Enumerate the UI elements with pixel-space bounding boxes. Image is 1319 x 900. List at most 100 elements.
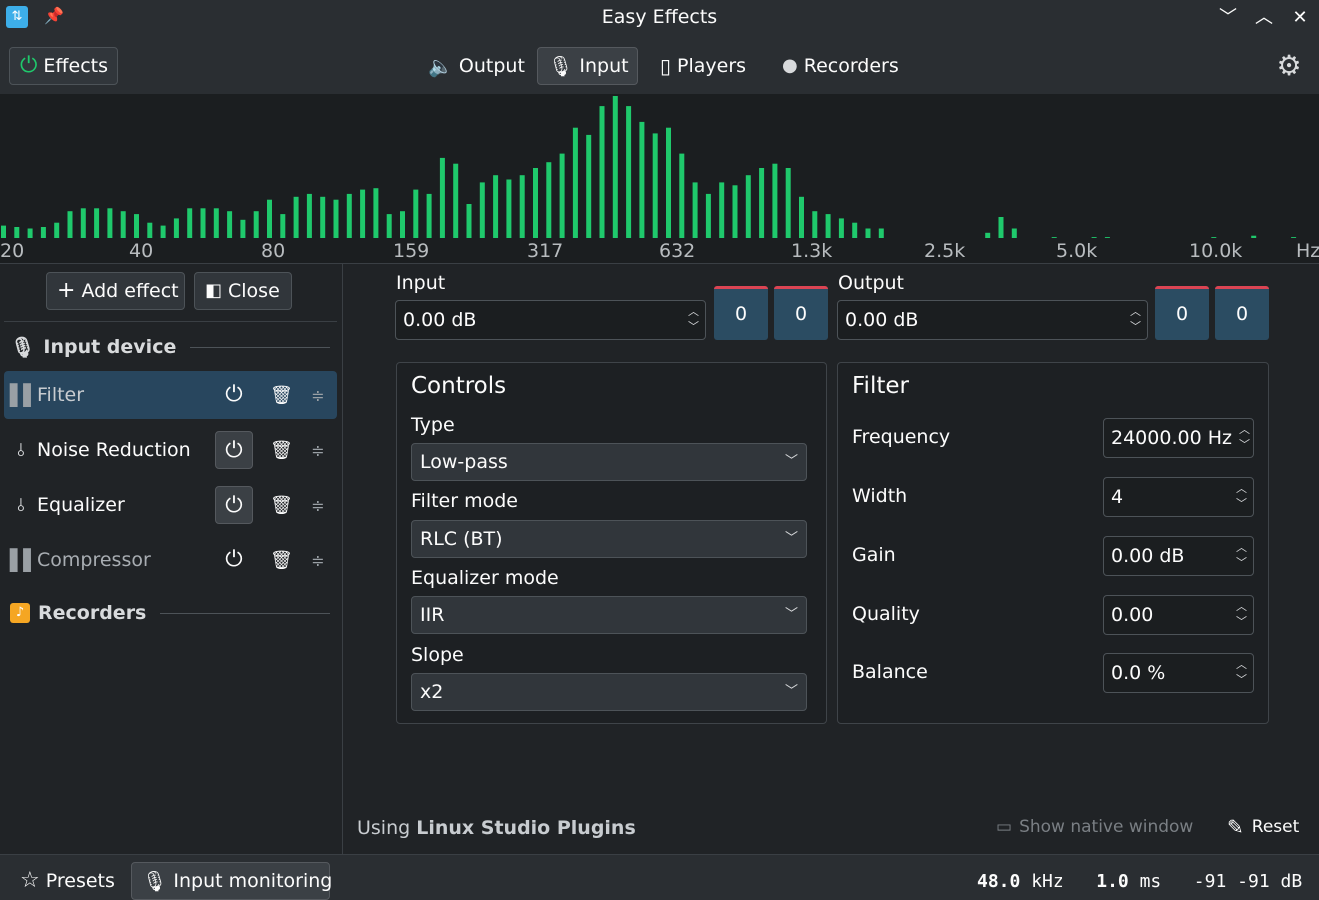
filter-mode-select[interactable]: RLC (BT) ﹀ xyxy=(411,520,807,558)
spin-arrows-icon[interactable]: ︿ ﹀ xyxy=(1239,422,1250,452)
type-select[interactable]: Low-pass ﹀ xyxy=(411,443,807,481)
filter-panel: Filter Frequency 24000.00 Hz ︿ ﹀ Width 4 … xyxy=(837,362,1269,724)
effects-toggle-button[interactable]: ⏻ Effects xyxy=(9,47,118,85)
spin-arrows-icon[interactable]: ︿ ﹀ xyxy=(1130,304,1141,334)
spectrum-bar xyxy=(267,199,272,240)
balance-spinbox[interactable]: 0.0 % ︿ ﹀ xyxy=(1103,653,1254,693)
title-bar xyxy=(0,0,1319,36)
reset-button[interactable]: ✎ Reset xyxy=(1227,817,1299,837)
tab-input-label: Input xyxy=(579,55,629,77)
plugin-name: Filter xyxy=(37,384,85,406)
close-window-button[interactable]: ✕ xyxy=(1285,4,1315,32)
quality-spinbox[interactable]: 0.00 ︿ ﹀ xyxy=(1103,595,1254,635)
input-gain-spinbox[interactable]: 0.00 dB ︿ ﹀ xyxy=(395,300,706,340)
pin-icon[interactable]: 📌 xyxy=(44,6,64,28)
close-label: Close xyxy=(228,280,280,302)
plugin-row-filter[interactable]: ▌▌ Filter ⏻ 🗑 ≑ xyxy=(4,371,337,419)
input-monitoring-label: Input monitoring xyxy=(173,870,333,892)
star-icon: ☆ xyxy=(20,868,40,893)
recorders-header-label: Recorders xyxy=(38,602,147,624)
freq-tick-label: 10.0k xyxy=(1189,240,1243,262)
spectrum-bar xyxy=(253,211,259,240)
frequency-spinbox[interactable]: 24000.00 Hz ︿ ﹀ xyxy=(1103,418,1254,458)
filter-mode-value: RLC (BT) xyxy=(420,528,503,550)
spectrum-bar xyxy=(107,208,113,240)
drag-handle-icon[interactable]: ≑ xyxy=(308,386,328,405)
plugin-row-noise-reduction[interactable]: ⫰ Noise Reduction ⏻ 🗑 ≑ xyxy=(4,426,337,474)
type-value: Low-pass xyxy=(420,451,508,473)
effects-label: Effects xyxy=(43,55,108,77)
plugin-row-compressor[interactable]: ▌▌ Compressor ⏻ 🗑 ≑ xyxy=(4,536,337,584)
plugin-power-button[interactable]: ⏻ xyxy=(215,431,253,469)
sample-rate-value: 48.0 xyxy=(977,871,1021,892)
plugin-package-name: Linux Studio Plugins xyxy=(416,817,636,839)
spectrum-chart xyxy=(1,96,1297,240)
plugin-power-button[interactable]: ⏻ xyxy=(215,486,253,524)
balance-label: Balance xyxy=(852,661,928,683)
add-effect-label: Add effect xyxy=(81,280,179,302)
add-effect-button[interactable]: + Add effect xyxy=(46,272,185,310)
chevron-down-icon: ﹀ xyxy=(784,454,798,469)
spin-arrows-icon[interactable]: ︿ ﹀ xyxy=(688,304,699,334)
tab-recorders-label: Recorders xyxy=(803,55,899,77)
spin-arrows-icon[interactable]: ︿ ﹀ xyxy=(1236,540,1247,570)
slope-select[interactable]: x2 ﹀ xyxy=(411,673,807,711)
plugin-row-equalizer[interactable]: ⫰ Equalizer ⏻ 🗑 ≑ xyxy=(4,481,337,529)
spectrum-bar xyxy=(306,193,312,240)
settings-gear-icon[interactable]: ⚙ xyxy=(1273,49,1305,82)
trash-icon[interactable]: 🗑 xyxy=(270,385,293,406)
spectrum-bar xyxy=(639,121,645,240)
equalizer-mode-select[interactable]: IIR ﹀ xyxy=(411,596,807,634)
spectrum-bar xyxy=(559,153,565,240)
spectrum-bar xyxy=(346,193,352,240)
freq-unit-label: Hz xyxy=(1296,240,1319,262)
spin-arrows-icon[interactable]: ︿ ﹀ xyxy=(1236,657,1247,687)
drag-handle-icon[interactable]: ≑ xyxy=(308,496,328,515)
filter-title: Filter xyxy=(852,373,909,399)
frequency-label: Frequency xyxy=(852,426,951,448)
spectrum-bar xyxy=(134,214,139,240)
spectrum-bar xyxy=(719,182,725,240)
drag-handle-icon[interactable]: ≑ xyxy=(308,441,328,460)
gain-spinbox[interactable]: 0.00 dB ︿ ﹀ xyxy=(1103,536,1254,576)
tab-players[interactable]: ▯ Players xyxy=(650,47,756,85)
output-level-meter-right: 0 xyxy=(1215,286,1269,340)
maximize-button[interactable]: ︿ xyxy=(1249,4,1279,32)
latency-unit: ms xyxy=(1139,871,1162,892)
spectrum-bar xyxy=(67,211,73,240)
width-label: Width xyxy=(852,485,908,507)
tab-output-label: Output xyxy=(458,55,525,77)
audio-status-readout: 48.0 kHz 1.0 ms -91 -91 dB xyxy=(977,871,1302,892)
spectrum-bar xyxy=(705,193,711,240)
using-prefix: Using xyxy=(357,817,411,839)
quality-value: 0.00 xyxy=(1111,604,1154,626)
output-gain-spinbox[interactable]: 0.00 dB ︿ ﹀ xyxy=(837,300,1148,340)
spectrum-bar xyxy=(506,179,512,240)
input-level-meter-left: 0 xyxy=(714,286,768,340)
trash-icon[interactable]: 🗑 xyxy=(270,495,293,516)
tab-input[interactable]: 🎙 Input xyxy=(537,47,638,85)
input-gain-value: 0.00 dB xyxy=(403,309,477,331)
presets-button[interactable]: ☆ Presets xyxy=(10,862,125,900)
width-spinbox[interactable]: 4 ︿ ﹀ xyxy=(1103,477,1254,517)
spectrum-bar xyxy=(679,153,685,240)
input-monitoring-toggle[interactable]: 🎙 Input monitoring xyxy=(131,862,333,900)
spin-arrows-icon[interactable]: ︿ ﹀ xyxy=(1236,599,1247,629)
spectrum-bar xyxy=(692,182,698,240)
drag-handle-icon[interactable]: ≑ xyxy=(308,551,328,570)
close-sidebar-button[interactable]: ◧ Close xyxy=(194,272,292,310)
show-native-window-button[interactable]: ▭ Show native window xyxy=(996,817,1193,837)
spectrum-bar xyxy=(745,175,751,240)
spin-arrows-icon[interactable]: ︿ ﹀ xyxy=(1236,481,1247,511)
plugin-power-button[interactable]: ⏻ xyxy=(215,541,253,579)
tab-output[interactable]: 🔈 Output xyxy=(418,47,535,85)
spectrum-bar xyxy=(426,193,432,240)
freq-tick-label: 80 xyxy=(261,240,286,262)
minimize-button[interactable]: ﹀ xyxy=(1213,4,1243,32)
spectrum-bar xyxy=(493,175,499,240)
trash-icon[interactable]: 🗑 xyxy=(270,550,293,571)
trash-icon[interactable]: 🗑 xyxy=(270,440,293,461)
show-native-label: Show native window xyxy=(1019,817,1194,837)
tab-recorders[interactable]: ● Recorders xyxy=(772,47,909,85)
plugin-power-button[interactable]: ⏻ xyxy=(215,376,253,414)
